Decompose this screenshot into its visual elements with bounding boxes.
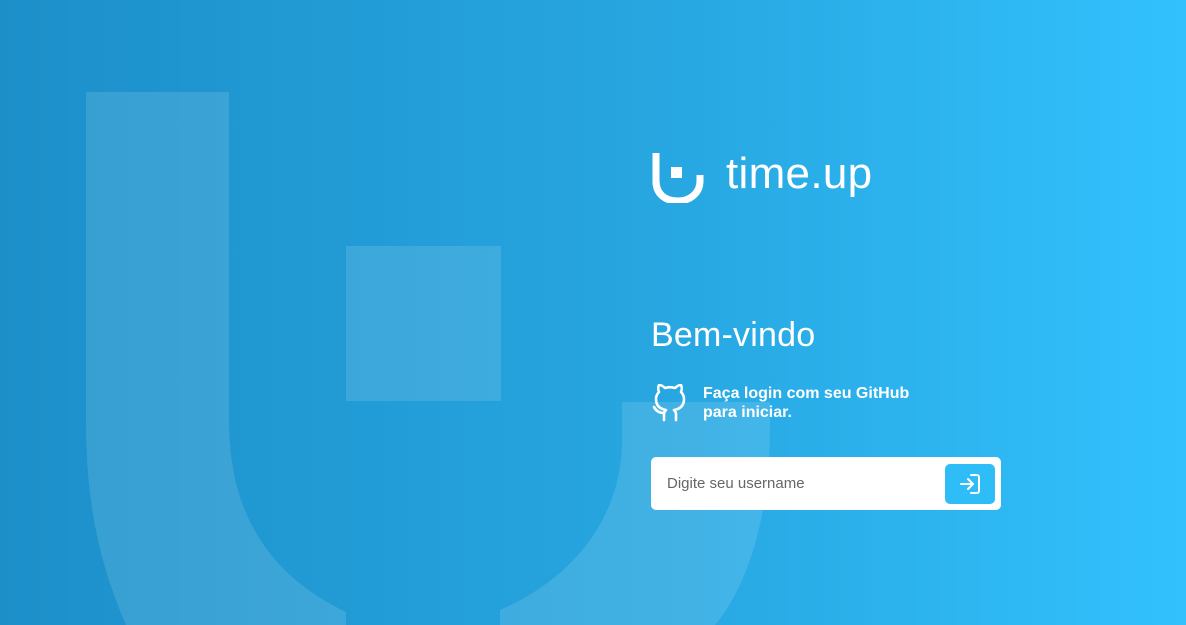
- welcome-title: Bem-vindo: [651, 316, 816, 354]
- login-submit-button[interactable]: [945, 463, 995, 504]
- brand-header: time.up: [652, 150, 872, 204]
- github-prompt: Faça login com seu GitHub para iniciar.: [652, 384, 943, 422]
- username-input[interactable]: [667, 463, 945, 504]
- time-up-logo-icon: [652, 153, 704, 203]
- github-login-text: Faça login com seu GitHub para iniciar.: [703, 385, 910, 421]
- sign-in-arrow-icon: [960, 473, 980, 494]
- username-login-form: [651, 457, 1001, 510]
- brand-name: time.up: [726, 149, 873, 198]
- github-icon: [652, 384, 686, 422]
- background-logo-watermark: [86, 92, 770, 625]
